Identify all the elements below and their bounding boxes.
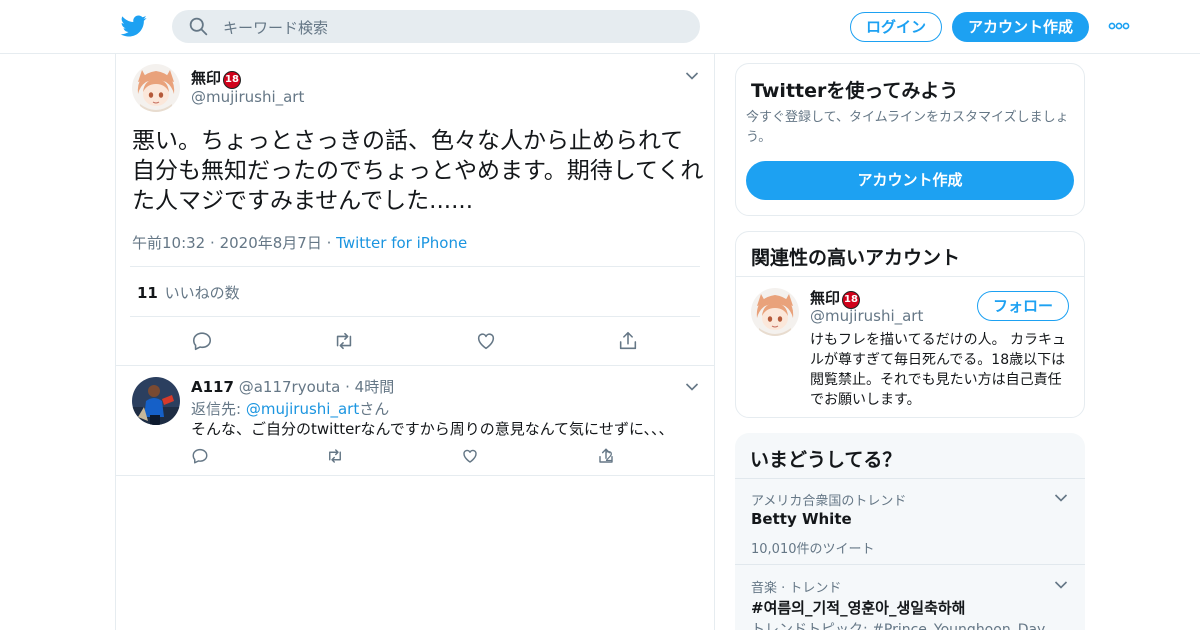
reply-handle: @a117ryouta (238, 378, 341, 396)
tweet-source-link[interactable]: Twitter for iPhone (336, 234, 467, 252)
chevron-down-icon[interactable] (685, 71, 699, 81)
reply-to-line: 返信先: @mujirushi_artさん (191, 398, 389, 419)
more-dots-icon[interactable] (1108, 18, 1130, 34)
divider (130, 316, 700, 317)
search-placeholder[interactable]: キーワード検索 (223, 17, 328, 38)
divider (735, 478, 1085, 479)
signup-card-description: 今すぐ登録して、タイムラインをカスタマイズしましょう。 (746, 110, 1069, 145)
trend-name[interactable]: Betty White (751, 510, 852, 528)
tweet-date[interactable]: 2020年8月7日 (220, 234, 322, 252)
signup-card-button[interactable]: アカウント作成 (746, 161, 1074, 200)
divider (116, 475, 714, 476)
like-heart-icon[interactable] (461, 447, 479, 465)
signup-button[interactable]: アカウント作成 (952, 12, 1089, 42)
share-icon[interactable] (597, 447, 615, 465)
trend-context: 音楽 · トレンド (751, 581, 842, 596)
signup-card: Twitterを使ってみよう 今すぐ登録して、タイムラインをカスタマイズしましょ… (735, 63, 1085, 216)
tweet-timeline-column: 無印 18 @mujirushi_art 悪い。ちょっとさっきの話、色々な人から止… (115, 54, 715, 630)
anime-avatar-image (132, 64, 180, 112)
divider (736, 276, 1084, 277)
tweet-author-name[interactable]: 無印 18 (191, 67, 242, 89)
relevant-accounts-title: 関連性の高いアカウント (751, 247, 961, 269)
author-display-name: 無印 (191, 69, 222, 87)
anime-avatar-image (751, 288, 799, 336)
relevant-account-avatar[interactable] (751, 288, 799, 336)
trend-count: トレンドトピック: #Prince_Younghoon_Day (751, 622, 1046, 630)
reply-author[interactable]: A117 @a117ryouta · 4時間 (191, 376, 394, 397)
reply-text: そんな、ご自分のtwitterなんですから周りの意見なんて気にせずに、、、 (191, 420, 674, 438)
likes-label: いいねの数 (164, 284, 240, 302)
reply-to-handle-link[interactable]: @mujirushi_art (246, 400, 359, 418)
follow-button[interactable]: フォロー (977, 291, 1069, 321)
chevron-down-icon[interactable] (1054, 493, 1068, 503)
trend-context: アメリカ合衆国のトレンド (751, 494, 907, 509)
search-box[interactable]: キーワード検索 (172, 10, 700, 43)
reply-display-name: A117 (191, 378, 234, 396)
reply-avatar[interactable] (132, 377, 180, 425)
divider (130, 266, 700, 267)
meta-separator: · (345, 378, 355, 396)
divider (735, 564, 1085, 565)
login-button[interactable]: ログイン (850, 12, 942, 42)
relevant-account-bio: けもフレを描いてるだけの人。 カラキュルが尊すぎて毎日死んでる。18歳以下は閲覧… (810, 332, 1067, 408)
tweet-author-handle[interactable]: @mujirushi_art (191, 88, 304, 106)
search-icon (189, 17, 208, 36)
relevant-accounts-card: 関連性の高いアカウント 無印 18 @mujirushi_art フォロー けもフ… (735, 231, 1085, 418)
like-heart-icon[interactable] (475, 330, 497, 352)
reply-to-label: 返信先: (191, 400, 242, 418)
retweet-icon[interactable] (326, 447, 344, 465)
avatar[interactable] (132, 64, 180, 112)
reply-icon[interactable] (191, 330, 213, 352)
tweet-time[interactable]: 午前10:32 (132, 234, 205, 252)
trend-name[interactable]: #여름의_기적_영훈아_생일축하해 (751, 597, 965, 618)
likes-count: 11 (137, 284, 158, 302)
divider (116, 365, 714, 366)
reply-time[interactable]: 4時間 (355, 378, 395, 396)
relevant-account-handle[interactable]: @mujirushi_art (810, 307, 923, 325)
relevant-display-name: 無印 (810, 289, 841, 307)
meta-separator: · (210, 234, 220, 252)
twitter-bird-icon[interactable] (120, 13, 148, 39)
share-icon[interactable] (617, 330, 639, 352)
meta-separator: · (326, 234, 337, 252)
reply-to-suffix: さん (359, 400, 390, 418)
relevant-account-name[interactable]: 無印 18 (810, 287, 861, 309)
trends-panel: いまどうしてる？ アメリカ合衆国のトレンド Betty White 10,010… (735, 433, 1085, 630)
likes-summary[interactable]: 11 いいねの数 (137, 282, 240, 303)
age-18-badge-icon: 18 (223, 71, 242, 89)
trends-title: いまどうしてる？ (750, 449, 902, 471)
trend-count: 10,010件のツイート (751, 542, 875, 557)
top-navigation-bar: キーワード検索 ログイン アカウント作成 (0, 0, 1200, 54)
tweet-text: 悪い。ちょっとさっきの話、色々な人から止められて自分も無知だったのでちょっとやめ… (132, 128, 704, 214)
reply-icon[interactable] (191, 447, 209, 465)
chevron-down-icon[interactable] (1054, 580, 1068, 590)
retweet-icon[interactable] (333, 330, 355, 352)
signup-card-title: Twitterを使ってみよう (751, 80, 959, 102)
chevron-down-icon[interactable] (685, 382, 699, 392)
tweet-metadata: 午前10:32 · 2020年8月7日 · Twitter for iPhone (132, 232, 467, 253)
reply-avatar-image (132, 377, 180, 425)
